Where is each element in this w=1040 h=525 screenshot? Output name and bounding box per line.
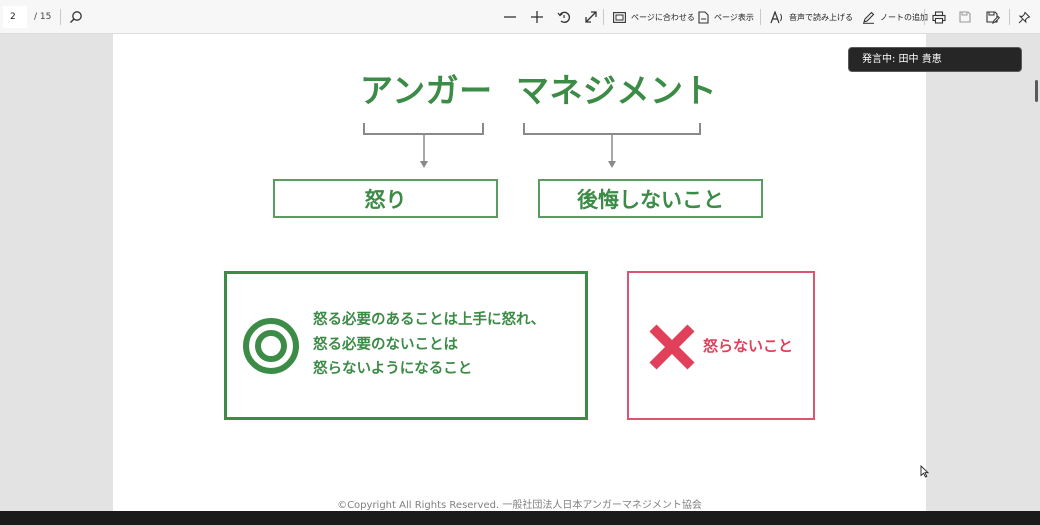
pdf-page: アンガー マネジメント 怒り 後悔しないこと 怒る必要のあることは上手に怒れ、 … <box>113 34 926 511</box>
anger-box: 怒り <box>273 179 498 218</box>
print-icon <box>932 10 946 24</box>
scrollbar-thumb[interactable] <box>1035 80 1038 102</box>
add-note-button[interactable]: ノートの追加 <box>862 0 928 34</box>
cursor-icon <box>920 463 930 482</box>
page-view-icon <box>698 10 709 24</box>
page-number-input[interactable] <box>3 6 27 28</box>
page-view-label: ページ表示 <box>714 12 754 22</box>
vertical-scrollbar[interactable] <box>1034 34 1040 511</box>
no-regret-box: 後悔しないこと <box>538 179 763 218</box>
cross-icon <box>647 322 697 376</box>
save-as-button[interactable] <box>986 0 1000 34</box>
toolbar-divider <box>60 9 61 25</box>
speaking-indicator: 発言中: 田中 貴恵 <box>848 47 1022 72</box>
fit-page-icon <box>613 11 626 23</box>
toolbar: / 15 ページに合わせる ページ表示 <box>0 0 1040 34</box>
toolbar-divider <box>603 9 604 25</box>
zoom-out-button[interactable] <box>503 0 517 34</box>
rotate-button[interactable] <box>557 0 571 34</box>
fullscreen-icon <box>584 10 598 24</box>
anger-box-label: 怒り <box>364 187 407 212</box>
minus-icon <box>503 10 517 24</box>
search-icon <box>69 10 83 24</box>
toolbar-divider <box>1009 9 1010 25</box>
page-view-button[interactable]: ページ表示 <box>698 0 754 34</box>
print-button[interactable] <box>932 0 946 34</box>
no-regret-box-label: 後悔しないこと <box>577 187 724 212</box>
toolbar-divider <box>924 9 925 25</box>
bad-example-label: 怒らないこと <box>703 337 794 355</box>
bracket-diagram <box>363 123 701 168</box>
plus-icon <box>530 10 544 24</box>
pin-button[interactable] <box>1018 0 1031 34</box>
good-example-line: 怒る必要のないことは <box>313 336 458 353</box>
fullscreen-button[interactable] <box>584 0 598 34</box>
zoom-in-button[interactable] <box>530 0 544 34</box>
pin-icon <box>1018 11 1031 24</box>
fit-page-label: ページに合わせる <box>631 12 695 22</box>
toolbar-divider <box>760 9 761 25</box>
save-as-icon <box>986 10 1000 24</box>
pen-icon <box>862 11 875 24</box>
page-total: / 15 <box>34 12 52 22</box>
save-icon <box>959 11 971 23</box>
rotate-icon <box>557 10 571 24</box>
good-example-line: 怒る必要のあることは上手に怒れ、 <box>313 312 546 328</box>
read-aloud-button[interactable]: 音声で読み上げる <box>770 0 853 34</box>
fit-page-button[interactable]: ページに合わせる <box>613 0 695 34</box>
read-aloud-label: 音声で読み上げる <box>789 12 853 22</box>
good-example-panel: 怒る必要のあることは上手に怒れ、 怒る必要のないことは 怒らないようになること <box>224 271 588 420</box>
copyright-footer: ©Copyright All Rights Reserved. 一般社団法人日本… <box>337 500 702 511</box>
bad-example-panel: 怒らないこと <box>627 271 815 420</box>
good-example-line: 怒らないようになること <box>313 361 473 377</box>
add-note-label: ノートの追加 <box>880 12 928 22</box>
save-button[interactable] <box>959 0 971 34</box>
search-button[interactable] <box>69 0 83 34</box>
read-aloud-icon <box>770 10 784 24</box>
taskbar <box>0 511 1040 525</box>
double-circle-icon <box>240 315 302 381</box>
